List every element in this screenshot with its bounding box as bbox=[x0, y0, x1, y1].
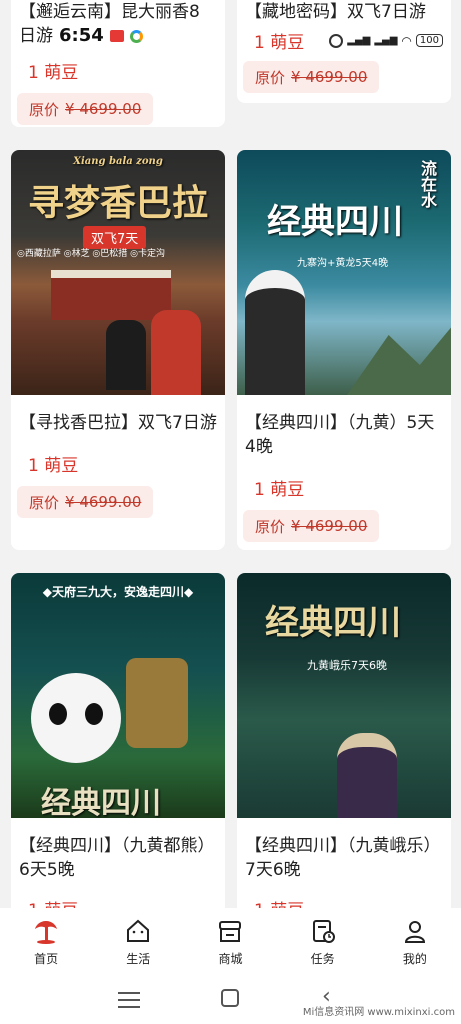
product-title: 【经典四川】（九黄都熊）6天5晚 bbox=[19, 836, 215, 880]
image-tags: ◎西藏拉萨 ◎林芝 ◎巴松措 ◎卡定沟 bbox=[17, 249, 165, 259]
image-headline: 经典四川 bbox=[267, 202, 403, 242]
product-title: 【藏地密码】双飞7日游 bbox=[245, 2, 426, 22]
nav-life[interactable]: 生活 bbox=[103, 916, 173, 967]
image-headline: 经典四川 bbox=[265, 603, 401, 643]
nav-mine[interactable]: 我的 bbox=[380, 916, 450, 967]
panda-shape bbox=[31, 673, 121, 763]
person-shape-2 bbox=[151, 310, 201, 395]
alarm-icon bbox=[329, 33, 344, 48]
app-icon bbox=[129, 29, 143, 43]
person-shape bbox=[245, 270, 305, 395]
image-headline: 经典四川 bbox=[41, 786, 161, 818]
product-title: 【经典四川】（九黄峨乐）7天6晚 bbox=[245, 836, 441, 880]
bronze-mask-shape bbox=[126, 658, 188, 748]
status-time: 6:54 bbox=[59, 25, 104, 46]
image-headline: 寻梦香巴拉 bbox=[27, 182, 208, 224]
bottom-nav: 首页 生活 商城 任务 我的 bbox=[0, 908, 461, 978]
signal-icon: ▂▄▆ bbox=[347, 35, 371, 46]
notification-icon bbox=[109, 30, 124, 42]
task-icon bbox=[308, 916, 338, 946]
original-price-badge: 原价 ¥ 4699.00 bbox=[17, 93, 154, 125]
system-nav-bar: ‹ Mi信息资讯网 www.mixinxi.com bbox=[0, 978, 461, 1024]
product-price: 1 萌豆 bbox=[254, 480, 305, 500]
battery-icon: 100 bbox=[415, 34, 443, 47]
product-image: 经典四川 流在水 九寨沟+黄龙5天4晚 bbox=[237, 150, 451, 395]
product-card-shangri-la[interactable]: Xiang bala zong 寻梦香巴拉 双飞7天 ◎西藏拉萨 ◎林芝 ◎巴松… bbox=[11, 150, 225, 550]
nav-shop[interactable]: 商城 bbox=[195, 916, 265, 967]
palm-tree-icon bbox=[31, 916, 61, 946]
product-card-sichuan-emei[interactable]: 经典四川 九黄峨乐7天6晚 【经典四川】（九黄峨乐）7天6晚 1 萌豆 bbox=[237, 573, 451, 933]
image-sub: 九寨沟+黄龙5天4晚 bbox=[297, 258, 389, 269]
person-shape bbox=[337, 733, 397, 818]
product-card-sichuan-jiuhuang[interactable]: 经典四川 流在水 九寨沟+黄龙5天4晚 【经典四川】（九黄）5天4晚 1 萌豆 … bbox=[237, 150, 451, 550]
nav-tasks[interactable]: 任务 bbox=[288, 916, 358, 967]
watermark: Mi信息资讯网 www.mixinxi.com bbox=[302, 1007, 455, 1018]
person-shape bbox=[106, 320, 146, 390]
home-square-icon[interactable] bbox=[221, 989, 239, 1007]
product-price: 1 萌豆 bbox=[28, 456, 79, 476]
product-price: 1 萌豆 bbox=[28, 63, 79, 83]
product-card-top-right[interactable]: 【藏地密码】双飞7日游 1 萌豆 ▂▄▆ ▂▄▆ ◠ 100 原价 ¥ 4699… bbox=[237, 0, 451, 103]
original-price-badge: 原价 ¥ 4699.00 bbox=[17, 486, 154, 518]
mountain-shape bbox=[347, 327, 451, 395]
product-image: 经典四川 九黄峨乐7天6晚 bbox=[237, 573, 451, 818]
product-title: 【经典四川】（九黄）5天4晚 bbox=[245, 413, 435, 457]
product-card-top-left[interactable]: 【邂逅云南】昆大丽香8 日游 6:54 1 萌豆 原价 ¥ 4699.00 bbox=[11, 0, 225, 127]
menu-icon[interactable] bbox=[118, 992, 140, 1008]
product-price: 1 萌豆 bbox=[254, 33, 305, 53]
palace-shape bbox=[51, 270, 171, 320]
product-image: Xiang bala zong 寻梦香巴拉 双飞7天 ◎西藏拉萨 ◎林芝 ◎巴松… bbox=[11, 150, 225, 395]
image-banner: ◆天府三九大，安逸走四川◆ bbox=[42, 585, 194, 599]
wifi-icon: ◠ bbox=[401, 33, 412, 48]
nav-home[interactable]: 首页 bbox=[11, 916, 81, 967]
original-price-badge: 原价 ¥ 4699.00 bbox=[243, 510, 380, 542]
product-title: 【寻找香巴拉】双飞7日游 bbox=[19, 413, 217, 433]
image-sub: 九黄峨乐7天6晚 bbox=[307, 659, 387, 672]
product-title: 【邂逅云南】昆大丽香8 日游 6:54 bbox=[19, 2, 200, 46]
product-image: ◆天府三九大，安逸走四川◆ 经典四川 bbox=[11, 573, 225, 818]
shop-icon bbox=[215, 916, 245, 946]
original-price-badge: 原价 ¥ 4699.00 bbox=[243, 61, 380, 93]
user-icon bbox=[400, 916, 430, 946]
signal-icon-2: ▂▄▆ bbox=[374, 35, 398, 46]
house-icon bbox=[123, 916, 153, 946]
product-card-sichuan-panda[interactable]: ◆天府三九大，安逸走四川◆ 经典四川 【经典四川】（九黄都熊）6天5晚 1 萌豆 bbox=[11, 573, 225, 933]
